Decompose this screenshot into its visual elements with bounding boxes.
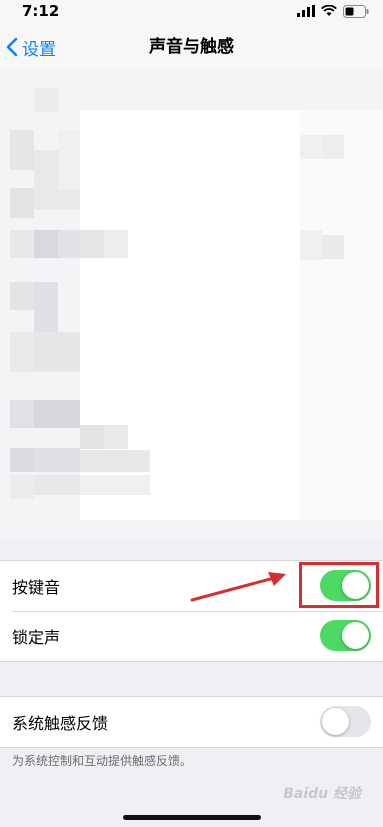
signal-icon <box>297 5 315 17</box>
status-bar: 7:12 <box>0 0 383 24</box>
annotation-highlight-box <box>299 562 379 608</box>
system-haptics-label: 系统触感反馈 <box>12 714 109 733</box>
system-haptics-toggle[interactable] <box>320 706 371 737</box>
toggle-knob <box>322 708 349 735</box>
haptics-footnote: 为系统控制和互动提供触感反馈。 <box>12 754 193 768</box>
watermark-logo: Baidu 经验 <box>283 786 361 802</box>
battery-icon <box>343 4 369 18</box>
back-button[interactable]: 设置 <box>6 24 56 70</box>
toggle-knob <box>342 622 369 649</box>
home-indicator[interactable] <box>123 815 261 820</box>
lock-sound-row: 锁定声 <box>0 611 383 661</box>
lock-sound-label: 锁定声 <box>12 628 61 647</box>
pixelated-content-area <box>0 70 383 540</box>
lock-sound-toggle[interactable] <box>320 620 371 651</box>
keyboard-clicks-label: 按键音 <box>12 578 61 597</box>
system-haptics-row: 系统触感反馈 <box>0 697 383 747</box>
back-button-label: 设置 <box>22 39 56 60</box>
navigation-bar: 声音与触感 设置 <box>0 24 383 70</box>
status-icons <box>297 4 369 18</box>
status-time: 7:12 <box>22 2 60 20</box>
annotation-arrow-icon <box>190 572 286 602</box>
haptics-settings-group: 系统触感反馈 <box>0 696 383 748</box>
page-title: 声音与触感 <box>149 37 234 57</box>
chevron-left-icon <box>6 37 18 57</box>
wifi-icon <box>321 5 337 16</box>
